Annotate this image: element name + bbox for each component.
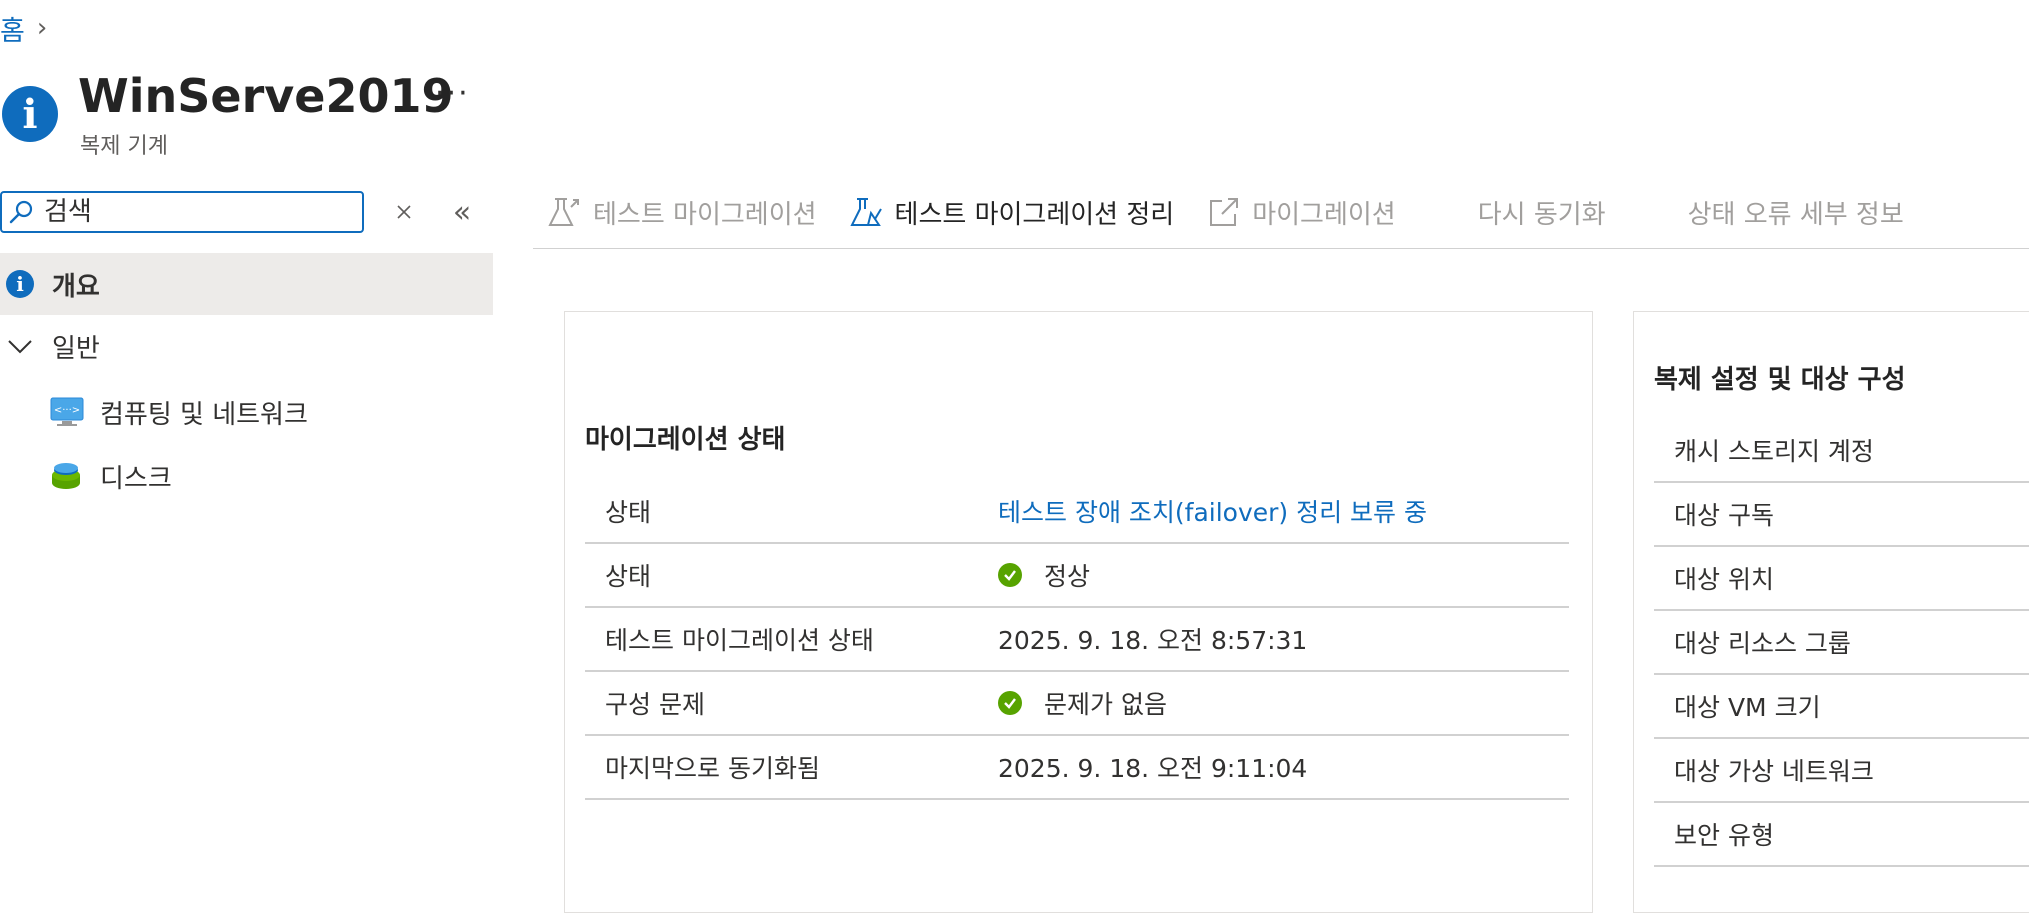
status-row: 상태 테스트 장애 조치(failover) 정리 보류 중 [585,479,1569,544]
row-label: 대상 가상 네트워크 [1674,756,1874,786]
nav-group-general[interactable]: 일반 [0,315,493,377]
double-chevron-left-icon: « [452,194,472,230]
flask-broom-icon [849,198,882,226]
cleanup-test-migration-label: 테스트 마이그레이션 정리 [894,199,1175,230]
page-title: WinServe2019 [78,69,454,123]
health-value: 정상 [1044,561,1091,591]
row-label: 캐시 스토리지 계정 [1674,436,1874,466]
cache-storage-account-row: 캐시 스토리지 계정 [1654,418,2029,483]
search-box[interactable] [0,191,364,233]
target-vm-size-row: 대상 VM 크기 [1654,674,2029,739]
nav-group-label: 일반 [52,333,100,364]
chevron-down-icon [8,340,32,354]
config-issues-key: 구성 문제 [605,689,705,719]
nav-item-label: 디스크 [100,463,172,494]
row-label: 대상 리소스 그룹 [1674,628,1851,658]
search-input[interactable] [42,196,346,228]
migration-label: 마이그레이션 [1252,199,1396,230]
config-issues-value: 문제가 없음 [1044,689,1167,719]
row-label: 보안 유형 [1674,820,1774,850]
status-key: 상태 [605,497,652,527]
success-check-icon [998,690,1022,715]
breadcrumb-home-link[interactable]: 홈 [0,9,25,48]
monitor-network-icon: <···> [50,397,84,426]
success-check-icon [998,562,1022,587]
clear-search-button[interactable] [388,196,420,228]
breadcrumb: 홈 › [0,8,47,48]
test-migration-status-row: 테스트 마이그레이션 상태 2025. 9. 18. 오전 8:57:31 [585,607,1569,672]
error-details-button[interactable]: 상태 오류 세부 정보 [1688,194,1904,231]
chevron-right-icon: › [36,13,48,43]
config-issues-row: 구성 문제 문제가 없음 [585,671,1569,736]
target-location-row: 대상 위치 [1654,546,2029,611]
resync-label: 다시 동기화 [1477,199,1606,230]
test-migration-status-key: 테스트 마이그레이션 상태 [605,625,874,655]
migration-button[interactable]: 마이그레이션 [1208,194,1396,231]
replication-settings-title: 복제 설정 및 대상 구성 [1654,365,1906,395]
page-subtitle: 복제 기계 [80,134,168,159]
last-synced-key: 마지막으로 동기화됨 [605,753,820,783]
more-options-button[interactable]: ··· [435,76,470,111]
nav-item-label: 개요 [52,271,100,302]
toolbar-divider [533,248,2029,249]
cleanup-test-migration-button[interactable]: 테스트 마이그레이션 정리 [849,194,1175,231]
migration-status-title: 마이그레이션 상태 [585,425,786,455]
target-subscription-row: 대상 구독 [1654,482,2029,547]
nav-item-compute-network[interactable]: <···> 컴퓨팅 및 네트워크 [0,381,493,443]
nav-item-overview[interactable]: i 개요 [0,253,493,315]
test-migration-label: 테스트 마이그레이션 [593,199,817,230]
search-icon [9,200,33,224]
health-row: 상태 정상 [585,543,1569,608]
row-label: 대상 VM 크기 [1674,692,1821,722]
test-migration-button[interactable]: 테스트 마이그레이션 [547,194,817,231]
last-synced-value: 2025. 9. 18. 오전 9:11:04 [998,753,1308,783]
last-synced-row: 마지막으로 동기화됨 2025. 9. 18. 오전 9:11:04 [585,735,1569,800]
flask-icon [548,198,579,226]
info-icon: i [2,86,58,142]
row-label: 대상 구독 [1674,500,1774,530]
open-external-icon [1210,198,1239,226]
health-key: 상태 [605,561,652,591]
error-details-label: 상태 오류 세부 정보 [1687,199,1904,230]
test-migration-status-value: 2025. 9. 18. 오전 8:57:31 [998,625,1308,655]
collapse-menu-button[interactable]: « [446,194,478,230]
disk-icon [52,463,80,489]
row-label: 대상 위치 [1674,564,1774,594]
nav-item-disks[interactable]: 디스크 [0,445,493,507]
target-resource-group-row: 대상 리소스 그룹 [1654,610,2029,675]
nav-item-label: 컴퓨팅 및 네트워크 [100,399,308,430]
command-toolbar: 테스트 마이그레이션 테스트 마이그레이션 정리 마이그레이션 다시 동기화 상… [533,185,1904,239]
info-icon: i [6,270,34,298]
security-type-row: 보안 유형 [1654,802,2029,867]
svg-text:<···>: <···> [54,405,80,416]
target-virtual-network-row: 대상 가상 네트워크 [1654,738,2029,803]
resync-button[interactable]: 다시 동기화 [1478,194,1606,231]
close-icon [397,205,411,219]
status-value-link[interactable]: 테스트 장애 조치(failover) 정리 보류 중 [998,493,1427,529]
